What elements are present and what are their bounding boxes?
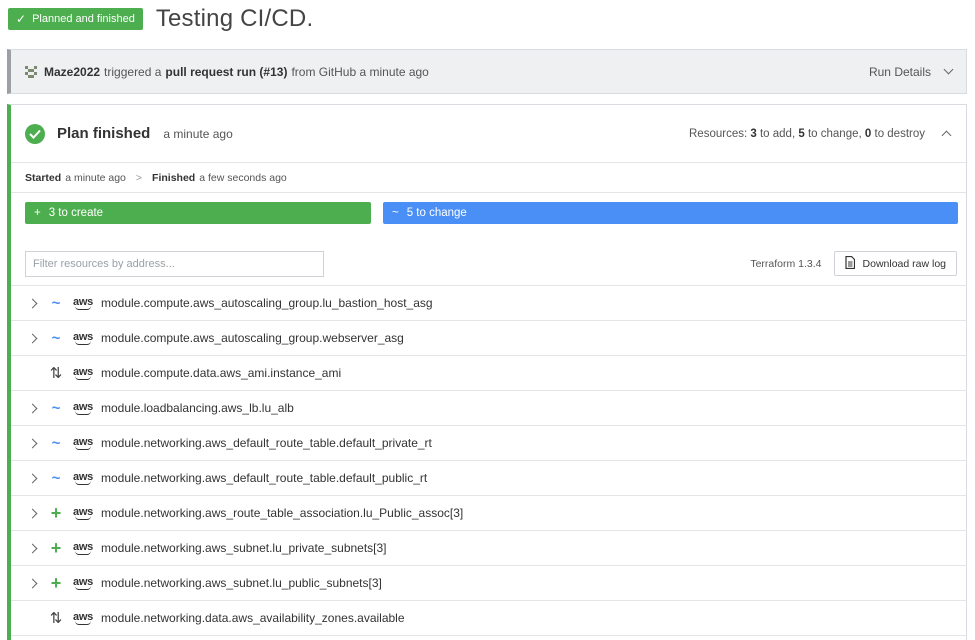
resource-address: module.loadbalancing.aws_lb.lu_alb — [101, 401, 294, 415]
started-time: a minute ago — [65, 171, 126, 184]
aws-logo-icon: aws — [70, 541, 96, 555]
resource-row[interactable]: ~ aws module.loadbalancing.aws_lb.lu_alb — [11, 391, 967, 426]
chevron-right-icon[interactable] — [19, 333, 45, 343]
resources-prefix: Resources: — [689, 127, 748, 140]
resource-row[interactable]: + aws module.networking.aws_subnet.lu_priv… — [11, 531, 967, 566]
resources-summary: Resources: 3 to add, 5 to change, 0 to d… — [689, 128, 925, 140]
summary-bars: + 3 to create ~ 5 to change — [11, 193, 966, 233]
resource-address: module.compute.data.aws_ami.instance_ami — [101, 366, 342, 380]
success-check-icon — [25, 123, 45, 144]
add-count: 3 — [750, 127, 757, 140]
run-type-link[interactable]: pull request run (#13) — [165, 65, 287, 79]
change-count: 5 — [798, 127, 805, 140]
resource-address: module.networking.aws_route_table_associ… — [101, 506, 464, 520]
destroy-label: to destroy — [874, 127, 926, 140]
resource-row[interactable]: ~ aws module.networking.aws_default_route_… — [11, 426, 967, 461]
plan-card: Plan finished a minute ago Resources: 3 … — [7, 104, 967, 640]
plan-title: Plan finished — [57, 125, 151, 142]
resource-row[interactable]: + aws module.networking.aws_subnet.lu_publ… — [11, 566, 967, 601]
resource-list: ~ aws module.compute.aws_autoscaling_group… — [11, 285, 967, 636]
create-bar-label: 3 to create — [48, 207, 104, 219]
create-summary-bar[interactable]: + 3 to create — [25, 202, 371, 224]
filter-row: Terraform 1.3.4 Download raw log — [25, 250, 957, 277]
resource-address: module.networking.aws_default_route_tabl… — [101, 436, 432, 450]
aws-logo-icon: aws — [70, 296, 96, 310]
change-icon: ~ — [51, 329, 61, 347]
plan-time: a minute ago — [163, 126, 233, 141]
aws-logo-icon: aws — [70, 331, 96, 345]
resource-row[interactable]: ⇅ aws module.compute.data.aws_ami.instance… — [11, 356, 967, 391]
change-icon: ~ — [51, 399, 61, 417]
aws-logo-icon: aws — [70, 506, 96, 520]
resource-row[interactable]: + aws module.networking.aws_route_table_as… — [11, 496, 967, 531]
status-label: Planned and finished — [32, 13, 135, 25]
destroy-count: 0 — [864, 127, 872, 140]
chevron-right-icon[interactable] — [19, 298, 45, 308]
resource-row[interactable]: ~ aws module.networking.aws_default_route_… — [11, 461, 967, 496]
aws-logo-icon: aws — [70, 401, 96, 415]
tilde-icon: ~ — [392, 207, 399, 219]
document-icon — [844, 255, 855, 272]
download-label: Download raw log — [862, 257, 946, 270]
change-icon: ~ — [51, 434, 61, 452]
resource-address: module.networking.aws_default_route_tabl… — [101, 471, 428, 485]
resource-address: module.compute.aws_autoscaling_group.web… — [101, 331, 404, 345]
started-label: Started — [25, 171, 62, 184]
avatar — [24, 64, 38, 79]
change-label: to change, — [807, 127, 862, 140]
status-badge: ✓ Planned and finished — [8, 8, 143, 30]
resource-row[interactable]: ~ aws module.compute.aws_autoscaling_group… — [11, 321, 967, 356]
run-header: ✓ Planned and finished Testing CI/CD. — [8, 0, 968, 38]
aws-logo-icon: aws — [70, 611, 96, 625]
chevron-right-icon[interactable] — [19, 578, 45, 588]
resource-address: module.networking.aws_subnet.lu_private_… — [101, 541, 387, 555]
trigger-bar: Maze2022 triggered a pull request run (#… — [7, 49, 967, 94]
read-arrows-icon: ⇅ — [49, 610, 63, 627]
change-icon: ~ — [51, 469, 61, 487]
terraform-version: Terraform 1.3.4 — [750, 257, 822, 270]
resource-address: module.networking.aws_subnet.lu_public_s… — [101, 576, 382, 590]
chevron-right-icon[interactable] — [19, 473, 45, 483]
chevron-up-icon[interactable] — [941, 130, 952, 141]
resource-row[interactable]: ~ aws module.compute.aws_autoscaling_group… — [11, 286, 967, 321]
trigger-source: from GitHub a minute ago — [291, 64, 429, 79]
resource-address: module.compute.aws_autoscaling_group.lu_… — [101, 296, 433, 310]
run-details-button[interactable]: Run Details — [868, 64, 954, 79]
plan-header[interactable]: Plan finished a minute ago Resources: 3 … — [11, 105, 966, 163]
read-arrows-icon: ⇅ — [49, 365, 63, 382]
change-bar-label: 5 to change — [406, 207, 467, 219]
separator-icon: > — [135, 171, 143, 184]
page-title: Testing CI/CD. — [155, 5, 314, 32]
finished-time: a few seconds ago — [199, 171, 287, 184]
resource-row[interactable]: ⇅ aws module.networking.data.aws_availabil… — [11, 601, 967, 636]
filter-input[interactable] — [25, 250, 324, 277]
plus-icon: + — [34, 207, 41, 219]
finished-label: Finished — [152, 171, 196, 184]
create-plus-icon: + — [50, 537, 62, 558]
add-label: to add, — [759, 127, 796, 140]
run-details-label: Run Details — [868, 64, 931, 79]
create-plus-icon: + — [50, 502, 62, 523]
aws-logo-icon: aws — [70, 366, 96, 380]
create-plus-icon: + — [50, 572, 62, 593]
download-raw-log-button[interactable]: Download raw log — [833, 251, 957, 276]
change-summary-bar[interactable]: ~ 5 to change — [383, 202, 958, 224]
resource-address: module.networking.data.aws_availability_… — [101, 611, 405, 625]
chevron-right-icon[interactable] — [19, 543, 45, 553]
chevron-right-icon[interactable] — [19, 403, 45, 413]
trigger-text: triggered a — [104, 64, 162, 79]
timeline: Started a minute ago > Finished a few se… — [11, 163, 966, 193]
aws-logo-icon: aws — [70, 436, 96, 450]
change-icon: ~ — [51, 294, 61, 312]
chevron-right-icon[interactable] — [19, 438, 45, 448]
check-icon: ✓ — [16, 12, 27, 26]
chevron-right-icon[interactable] — [19, 508, 45, 518]
aws-logo-icon: aws — [70, 576, 96, 590]
chevron-down-icon — [943, 64, 954, 75]
aws-logo-icon: aws — [70, 471, 96, 485]
trigger-user[interactable]: Maze2022 — [44, 65, 100, 79]
